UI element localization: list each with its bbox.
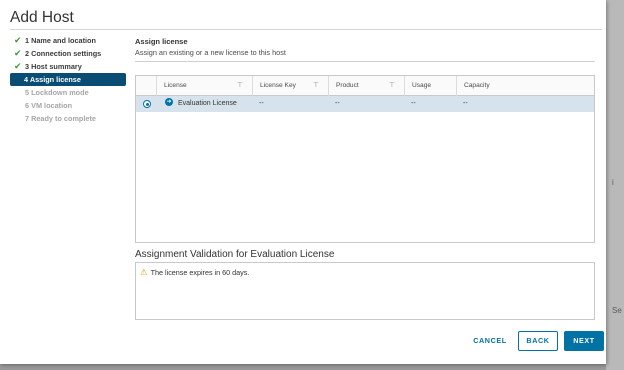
step-connection-settings[interactable]: ✔ 2 Connection settings [10, 47, 126, 60]
validation-message: ⚠ The license expires in 60 days. [140, 267, 250, 277]
row-select-radio[interactable] [143, 100, 151, 108]
checkmark-icon: ✔ [14, 61, 22, 71]
section-subtitle: Assign an existing or a new license to t… [135, 48, 286, 57]
step-host-summary[interactable]: ✔ 3 Host summary [10, 60, 126, 73]
warning-icon: ⚠ [140, 267, 148, 277]
validation-box: ⚠ The license expires in 60 days. [135, 262, 595, 320]
validation-title: Assignment Validation for Evaluation Lic… [135, 249, 335, 260]
cell-capacity: -- [463, 100, 468, 107]
filter-icon[interactable]: ⊤ [313, 76, 319, 96]
dialog-title: Add Host [10, 9, 74, 26]
cell-product: -- [335, 100, 340, 107]
section-divider [135, 61, 595, 62]
table-row[interactable]: ➜ Evaluation License -- -- -- -- [136, 96, 594, 112]
filter-icon[interactable]: ⊤ [389, 76, 395, 96]
next-button[interactable]: NEXT [564, 331, 604, 351]
column-header-license[interactable]: License ⊤ [156, 76, 252, 96]
license-icon: ➜ [165, 98, 173, 107]
column-header-capacity[interactable]: Capacity [456, 76, 594, 96]
license-grid: License ⊤ License Key ⊤ Product ⊤ Usage … [135, 75, 595, 243]
title-divider [10, 29, 602, 30]
column-header-license-key[interactable]: License Key ⊤ [252, 76, 328, 96]
step-vm-location: 6 VM location [25, 101, 73, 110]
grid-header: License ⊤ License Key ⊤ Product ⊤ Usage … [136, 76, 594, 96]
step-lockdown-mode: 5 Lockdown mode [25, 88, 89, 97]
cell-license-key: -- [259, 100, 264, 107]
cell-usage: -- [411, 100, 416, 107]
checkmark-icon: ✔ [14, 35, 22, 45]
back-button[interactable]: BACK [518, 331, 558, 351]
step-assign-license[interactable]: 4 Assign license [10, 73, 126, 86]
column-header-product[interactable]: Product ⊤ [328, 76, 404, 96]
add-host-dialog: Add Host ✔ 1 Name and location ✔ 2 Conne… [0, 0, 606, 364]
filter-icon[interactable]: ⊤ [237, 76, 243, 96]
column-header-usage[interactable]: Usage [404, 76, 456, 96]
cell-license: Evaluation License [178, 100, 237, 107]
background-panel: i Se [606, 0, 624, 370]
wizard-steps: ✔ 1 Name and location ✔ 2 Connection set… [10, 34, 126, 125]
step-ready-to-complete: 7 Ready to complete [25, 114, 96, 123]
checkmark-icon: ✔ [14, 48, 22, 58]
step-name-and-location[interactable]: ✔ 1 Name and location [10, 34, 126, 47]
cancel-button[interactable]: CANCEL [466, 331, 514, 351]
section-title: Assign license [135, 37, 188, 46]
